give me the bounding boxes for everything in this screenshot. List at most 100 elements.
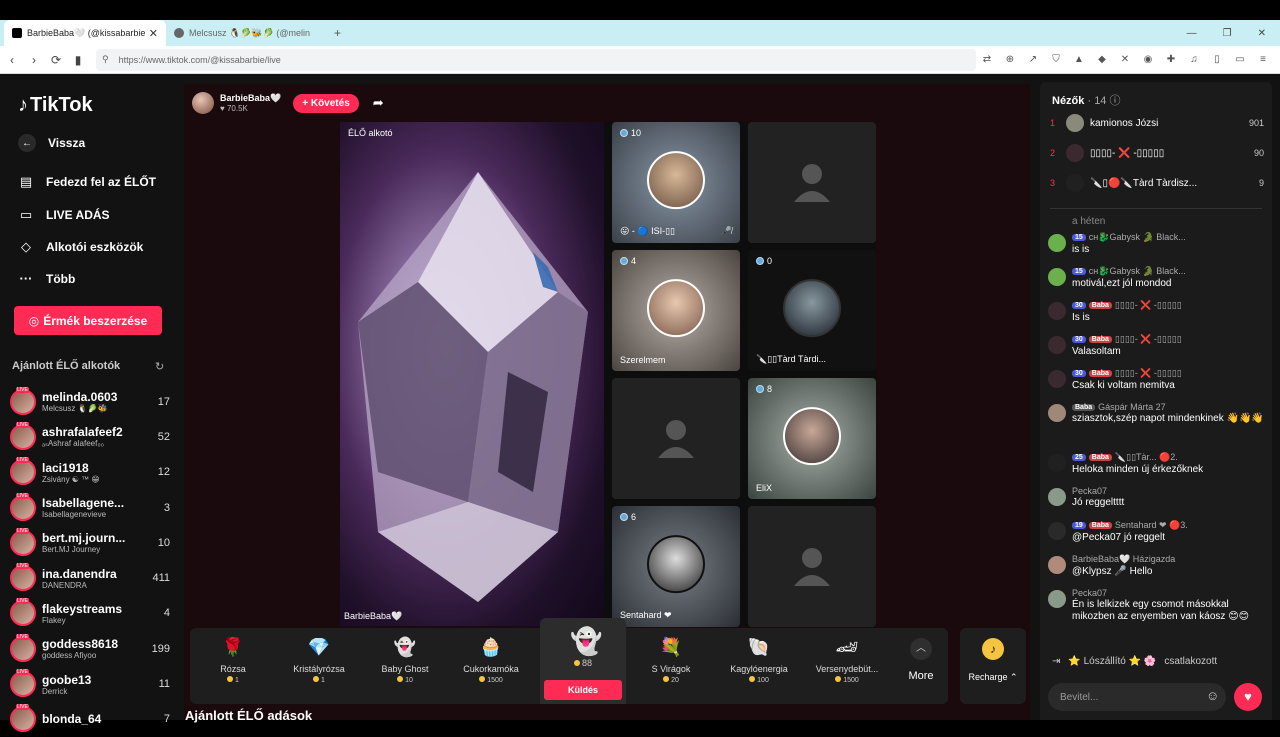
extension-icon[interactable]: ◆ <box>1095 54 1109 65</box>
level-badge: 19 <box>1072 522 1086 529</box>
chat-input[interactable] <box>1048 683 1226 711</box>
chat-message[interactable]: 15 ᴄʜ🐉Gabysk 🐊 Black... motivál,ezt jól mo… <box>1048 266 1266 290</box>
gift-item[interactable]: 💐 S Virágok 20 <box>628 628 714 704</box>
chat-message[interactable]: 19 Baba Sentahard ❤ 🔴3. @Pecka07 jó reggelt <box>1048 520 1266 544</box>
guest-slot-empty[interactable] <box>748 122 876 243</box>
list-item[interactable]: LIVE bert.mj.journ... Bert.MJ Journey 10 <box>10 525 170 560</box>
host-avatar[interactable] <box>192 92 214 114</box>
restore-icon[interactable]: ❐ <box>1223 28 1232 39</box>
follow-button[interactable]: + Követés <box>293 93 359 113</box>
guest-avatar <box>647 150 705 209</box>
chat-message[interactable]: BarbieBaba🤍 Házigazda @Klypsz 🎤 Hello <box>1048 554 1266 578</box>
back-icon[interactable]: ‹ <box>2 53 22 67</box>
forward-icon[interactable]: › <box>24 53 44 67</box>
guest-slot[interactable]: 10 😛 - 🔵 ISI-▯▯ 🎤̸ <box>612 122 740 243</box>
zoom-icon[interactable]: ⊕ <box>1003 54 1017 65</box>
gift-item[interactable]: 🌹 Rózsa 1 <box>190 628 276 704</box>
warning-icon[interactable]: ▲ <box>1072 54 1086 65</box>
viewer-count: 7 <box>163 713 170 726</box>
back-button[interactable]: ← Vissza <box>18 134 85 152</box>
close-window-icon[interactable]: ✕ <box>1258 28 1266 39</box>
guest-score: 0 <box>756 256 772 266</box>
tiktok-logo[interactable]: ♪ TikTok <box>18 94 93 117</box>
more-label: More <box>908 670 934 682</box>
nav-live[interactable]: ▭ LIVE ADÁS <box>18 207 110 223</box>
puzzle-icon[interactable]: ✚ <box>1164 54 1178 65</box>
top-viewer-row[interactable]: 1 kamionos Józsi 901 <box>1050 110 1264 136</box>
send-gift-button[interactable]: Küldés <box>544 680 622 700</box>
guest-slot[interactable]: 4 Szerelmem <box>612 250 740 371</box>
list-item[interactable]: LIVE Isabellagene... Isabellagenevieve 3 <box>10 490 170 525</box>
shield-icon[interactable]: ⛉ <box>1049 54 1063 65</box>
top-viewer-row[interactable]: 3 🔪▯🔴🔪Tàrd Tàrdisz... 9 <box>1050 170 1264 196</box>
gift-name: Baby Ghost <box>381 664 429 674</box>
nav-explore-live[interactable]: ▤ Fedezd fel az ÉLŐT <box>18 174 156 190</box>
avatar: LIVE <box>10 669 36 698</box>
bookmark-icon[interactable]: ▮ <box>68 53 88 67</box>
browser-tab-inactive[interactable]: Melcsusz 🐧🥬🐝🥬 (@melin <box>166 20 326 46</box>
list-item[interactable]: LIVE melinda.0603 Melcsusz 🐧🥬🐝 17 <box>10 384 170 419</box>
share-page-icon[interactable]: ↗ <box>1026 54 1040 65</box>
host-name[interactable]: BarbieBaba🤍 <box>220 93 281 104</box>
url-field[interactable]: ⚲ https://www.tiktok.com/@kissabarbie/li… <box>96 48 976 71</box>
list-item[interactable]: LIVE goobe13 Derrick 11 <box>10 666 170 701</box>
chat-message[interactable]: Baba Gáspár Márta 27 sziasztok,szép napot … <box>1048 402 1266 425</box>
guest-slot-empty[interactable] <box>748 506 876 627</box>
gift-item[interactable]: 🏎 Versenydebüt... 1500 <box>804 628 890 704</box>
guest-slot[interactable]: 6 Sentahard ❤ <box>612 506 740 627</box>
chat-message[interactable]: 15 ᴄʜ🐉Gabysk 🐊 Black... is is <box>1048 232 1266 256</box>
translate-icon[interactable]: ⇄ <box>980 54 994 65</box>
viewers-title[interactable]: Nézők · 14 ⓘ <box>1052 92 1121 108</box>
rank-number: 3 <box>1050 178 1056 188</box>
chat-message[interactable]: Pecka07 Én is lelkizek egy csomot másokka… <box>1048 588 1266 623</box>
chat-message[interactable]: 25 Baba 🔪▯▯Tàr... 🔴2. Heloka minden új érke… <box>1048 452 1266 476</box>
site-info-icon[interactable]: ⚲ <box>102 54 109 65</box>
wallet-icon[interactable]: ▭ <box>1233 54 1247 65</box>
guest-slot[interactable]: 8 EliX <box>748 378 876 499</box>
chat-message[interactable]: 30 Baba ▯▯▯▯- ❌ -▯▯▯▯▯ Is is <box>1048 300 1266 324</box>
browser-tab-active[interactable]: BarbieBaba🤍 (@kissabarbie ✕ <box>4 20 166 46</box>
extension-icon[interactable]: ✕ <box>1118 54 1132 65</box>
chat-message[interactable]: Pecka07 Jó reggeltttt <box>1048 486 1266 509</box>
share-icon[interactable]: ➦ <box>373 95 384 111</box>
get-coins-button[interactable]: ◎ Érmék beszerzése <box>14 306 162 335</box>
more-gifts-button[interactable]: ︿ More <box>896 628 946 704</box>
nav-creator-tools[interactable]: ◇ Alkotói eszközök <box>18 239 143 255</box>
music-icon[interactable]: ♫ <box>1187 54 1201 65</box>
fan-badge: Baba <box>1072 403 1096 411</box>
list-item[interactable]: LIVE flakeystreams Flakey 4 <box>10 596 170 631</box>
score-icon <box>620 257 628 265</box>
minimize-icon[interactable]: — <box>1187 28 1197 39</box>
gift-item[interactable]: 💎 Kristályrózsa 1 <box>276 628 362 704</box>
list-item[interactable]: LIVE goddess8618 goddess Afiyoo 199 <box>10 631 170 666</box>
gift-item[interactable]: 🧁 Cukorkamóka 1500 <box>448 628 534 704</box>
top-viewer-row[interactable]: 2 ▯▯▯▯- ❌ -▯▯▯▯▯ 90 <box>1050 140 1264 166</box>
menu-icon[interactable]: ≡ <box>1256 54 1270 65</box>
list-item[interactable]: LIVE ashrafalafeef2 ₐₛAshraf alafeef₀₀ 52 <box>10 419 170 454</box>
refresh-icon[interactable]: ⟳ <box>46 53 66 67</box>
sidebar: ♪ TikTok ← Vissza ▤ Fedezd fel az ÉLŐT ▭… <box>0 74 182 733</box>
chat-user: 🔪▯▯Tàr... 🔴2. <box>1114 452 1178 462</box>
list-item[interactable]: LIVE ina.danendra DANENDRA 411 <box>10 560 170 595</box>
sidebar-icon[interactable]: ▯ <box>1210 54 1224 65</box>
guest-name: Szerelmem <box>620 355 666 365</box>
refresh-icon[interactable]: ↻ <box>155 360 164 373</box>
list-item[interactable]: LIVE laci1918 Zsivány ☯ ™ 😁 12 <box>10 455 170 490</box>
gift-item[interactable]: 🐚 Kagylóenergia 100 <box>716 628 802 704</box>
extension-icon[interactable]: ◉ <box>1141 54 1155 65</box>
new-tab-button[interactable]: + <box>326 26 349 40</box>
chat-message[interactable]: 30 Baba ▯▯▯▯- ❌ -▯▯▯▯▯ Csak ki voltam nemit… <box>1048 368 1266 392</box>
creator-name: laci1918 <box>42 460 89 475</box>
emoji-icon[interactable]: ☺ <box>1206 688 1219 703</box>
nav-more[interactable]: ··· Több <box>18 271 76 286</box>
list-item[interactable]: LIVE blonda_64 7 <box>10 702 170 737</box>
recharge-button[interactable]: ♪ Recharge ⌃ <box>960 628 1026 704</box>
gift-item[interactable]: 👻 Baby Ghost 10 <box>362 628 448 704</box>
guest-slot[interactable]: 0 🔪▯▯Tàrd Tàrdi... <box>748 250 876 371</box>
chat-message[interactable]: 30 Baba ▯▯▯▯- ❌ -▯▯▯▯▯ Valasoltam <box>1048 334 1266 358</box>
close-tab-icon[interactable]: ✕ <box>149 27 158 40</box>
main-video[interactable]: ÉLŐ alkotó BarbieBaba🤍 <box>340 122 604 626</box>
like-heart-button[interactable]: ♥ <box>1234 683 1262 711</box>
info-icon[interactable]: ⓘ <box>1110 95 1121 107</box>
guest-slot-empty[interactable] <box>612 378 740 499</box>
